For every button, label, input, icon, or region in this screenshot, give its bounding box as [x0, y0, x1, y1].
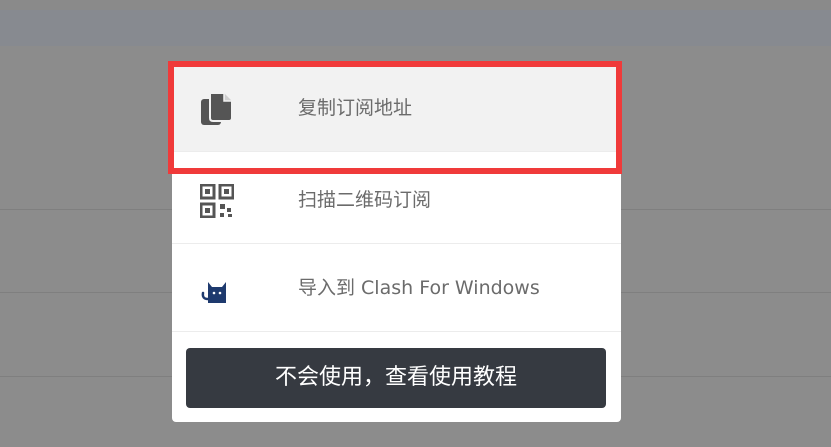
import-to-clash-item[interactable]: 导入到 Clash For Windows — [172, 244, 621, 332]
view-tutorial-button[interactable]: 不会使用，查看使用教程 — [186, 348, 606, 408]
copy-subscription-url-item[interactable]: 复制订阅地址 — [172, 64, 621, 152]
import-to-clash-label: 导入到 Clash For Windows — [298, 277, 540, 299]
background-page-header — [0, 10, 831, 46]
scan-qrcode-label: 扫描二维码订阅 — [298, 189, 432, 211]
scan-qrcode-item[interactable]: 扫描二维码订阅 — [172, 156, 621, 244]
clash-cat-icon — [199, 271, 235, 307]
copy-subscription-url-label: 复制订阅地址 — [298, 97, 413, 119]
copy-icon — [199, 91, 235, 127]
background-page-top — [0, 0, 831, 10]
qrcode-icon — [199, 183, 235, 219]
subscription-menu-modal: 复制订阅地址 扫描二维码订阅 导入到 Clash For Windows 不会使… — [172, 64, 621, 422]
